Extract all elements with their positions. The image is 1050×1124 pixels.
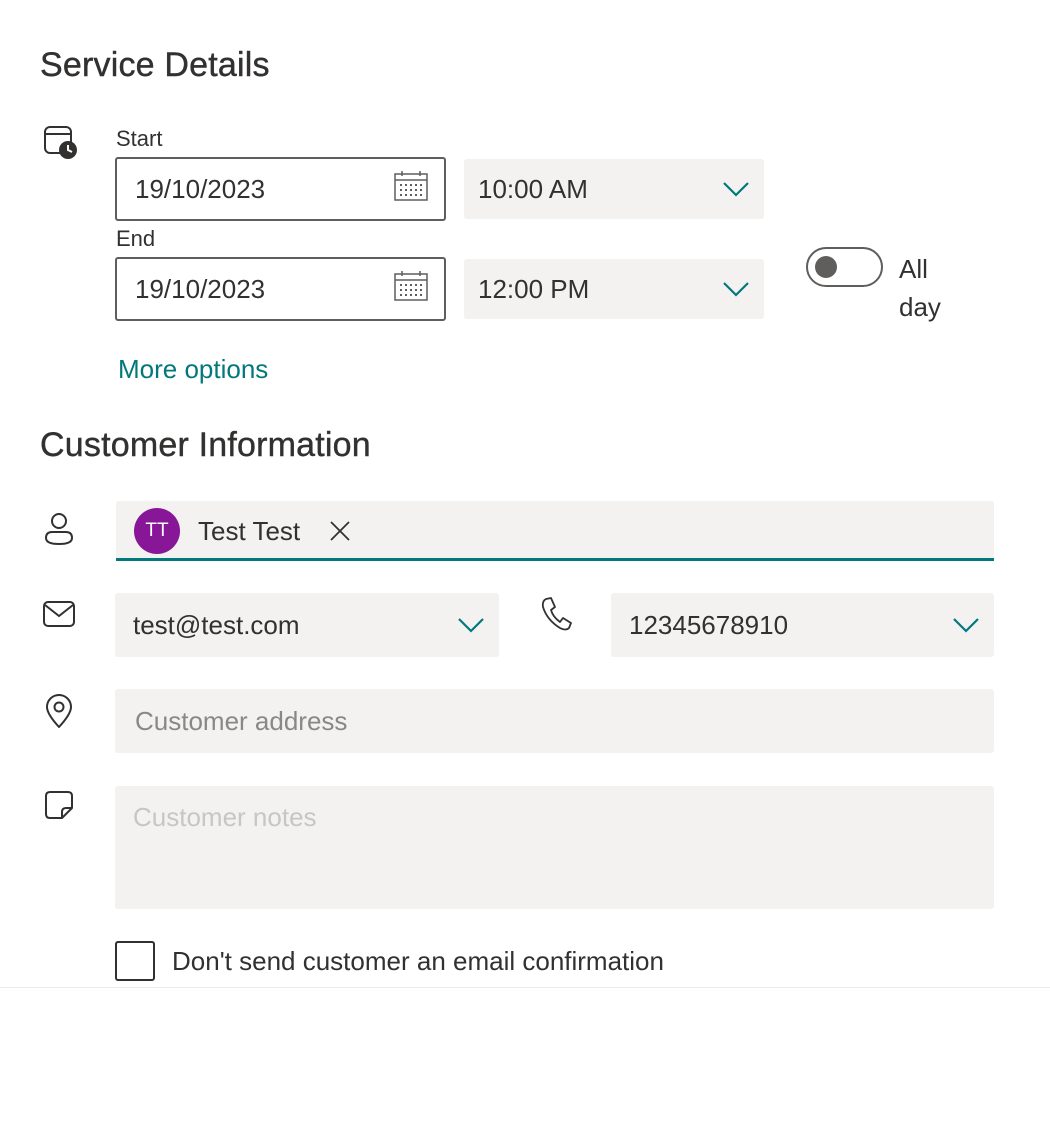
person-icon [42, 512, 76, 551]
note-icon [44, 790, 74, 825]
toggle-knob [815, 256, 837, 278]
chevron-down-icon [952, 610, 980, 641]
phone-value: 12345678910 [629, 609, 789, 640]
address-placeholder: Customer address [135, 705, 348, 736]
mail-icon [42, 600, 76, 633]
all-day-toggle[interactable] [806, 247, 883, 287]
phone-icon [540, 596, 572, 637]
location-pin-icon [44, 693, 74, 734]
chevron-down-icon [457, 610, 485, 641]
email-dropdown[interactable]: test@test.com [115, 593, 499, 657]
start-time-dropdown[interactable]: 10:00 AM [464, 159, 764, 219]
all-day-label-line1: All [899, 254, 928, 284]
start-time-value: 10:00 AM [478, 173, 588, 204]
customer-name: Test Test [198, 516, 301, 546]
end-time-value: 12:00 PM [478, 273, 590, 304]
divider [0, 987, 1050, 988]
all-day-label-line2: day [899, 292, 941, 322]
customer-picker[interactable]: TT Test Test [116, 501, 994, 561]
chevron-down-icon [722, 274, 750, 305]
customer-information-title: Customer Information [40, 426, 371, 464]
notes-placeholder: Customer notes [133, 802, 317, 832]
avatar: TT [134, 508, 180, 554]
end-date-field[interactable]: 19/10/2023 [115, 257, 446, 321]
customer-address-input[interactable]: Customer address [115, 689, 994, 753]
close-icon[interactable] [328, 519, 352, 548]
customer-notes-textarea[interactable]: Customer notes [115, 786, 994, 909]
start-date-field[interactable]: 19/10/2023 [115, 157, 446, 221]
all-day-label: All day [899, 250, 941, 326]
start-date-value: 19/10/2023 [135, 173, 266, 204]
no-confirmation-checkbox[interactable] [115, 941, 155, 981]
chevron-down-icon [722, 174, 750, 205]
service-details-title: Service Details [40, 46, 270, 84]
phone-dropdown[interactable]: 12345678910 [611, 593, 994, 657]
end-date-value: 19/10/2023 [135, 273, 266, 304]
email-value: test@test.com [133, 609, 300, 640]
start-label: Start [116, 126, 163, 151]
end-time-dropdown[interactable]: 12:00 PM [464, 259, 764, 319]
calendar-icon[interactable] [394, 170, 428, 208]
calendar-clock-icon [42, 124, 82, 169]
more-options-link[interactable]: More options [118, 354, 268, 385]
no-confirmation-label[interactable]: Don't send customer an email confirmatio… [172, 946, 664, 977]
end-label: End [116, 226, 156, 251]
calendar-icon[interactable] [394, 270, 428, 308]
